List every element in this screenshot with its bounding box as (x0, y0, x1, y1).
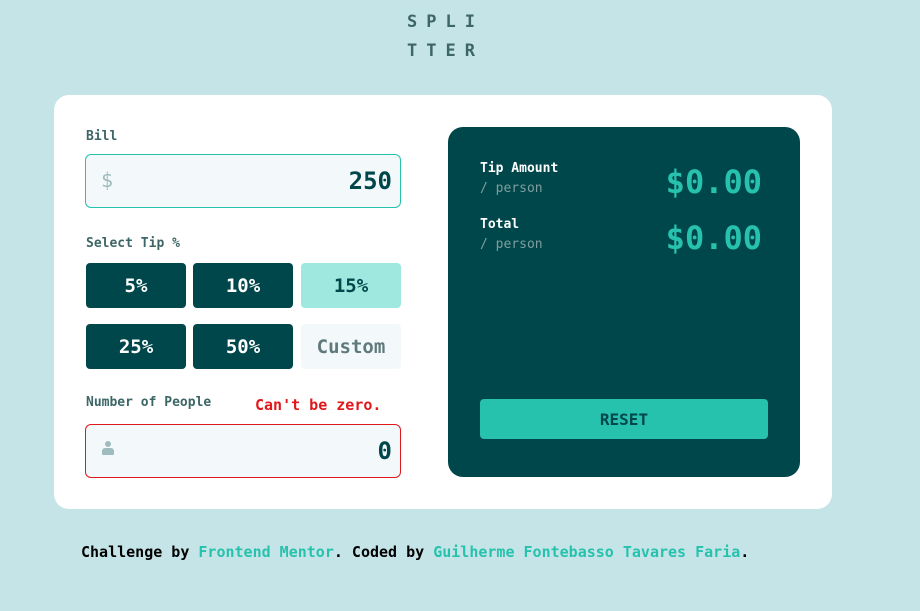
tip-amount-title: Tip Amount (480, 161, 559, 176)
attribution-prefix: Challenge by (81, 543, 199, 561)
people-error-message: Can't be zero. (255, 396, 382, 414)
bill-input[interactable]: 250 (192, 167, 392, 195)
tip-button-25[interactable]: 25% (86, 324, 186, 369)
calculator-card: Bill $ 250 Select Tip % 5% 10% 15% 25% 5… (54, 95, 832, 509)
reset-button[interactable]: RESET (480, 399, 768, 439)
total-value: $0.00 (665, 219, 762, 257)
bill-label: Bill (86, 129, 118, 144)
tip-amount-per-person: / person (480, 181, 543, 196)
tip-button-10[interactable]: 10% (193, 263, 293, 308)
dollar-icon: $ (101, 168, 114, 192)
people-label: Number of People (86, 395, 212, 410)
total-per-person: / person (480, 237, 543, 252)
tip-button-5[interactable]: 5% (86, 263, 186, 308)
frontend-mentor-link[interactable]: Frontend Mentor (198, 543, 333, 561)
attribution: Challenge by Frontend Mentor. Coded by G… (81, 543, 749, 561)
people-input[interactable]: 0 (192, 437, 392, 465)
attribution-middle: . Coded by (333, 543, 434, 561)
tip-amount-value: $0.00 (665, 163, 762, 201)
logo-line-2: TTER (407, 41, 484, 61)
author-link[interactable]: Guilherme Fontebasso Tavares Faria (433, 543, 740, 561)
total-title: Total (480, 217, 520, 232)
results-panel: Tip Amount / person $0.00 Total / person… (448, 127, 800, 477)
tip-button-50[interactable]: 50% (193, 324, 293, 369)
tip-label: Select Tip % (86, 236, 180, 251)
bill-field[interactable]: $ 250 (85, 154, 401, 208)
person-icon (102, 441, 114, 457)
app-logo: SPLI TTER (407, 8, 487, 66)
logo-line-1: SPLI (407, 12, 484, 32)
people-field[interactable]: 0 (85, 424, 401, 478)
custom-tip-input[interactable]: Custom (301, 324, 401, 369)
tip-button-15[interactable]: 15% (301, 263, 401, 308)
attribution-suffix: . (740, 543, 750, 561)
